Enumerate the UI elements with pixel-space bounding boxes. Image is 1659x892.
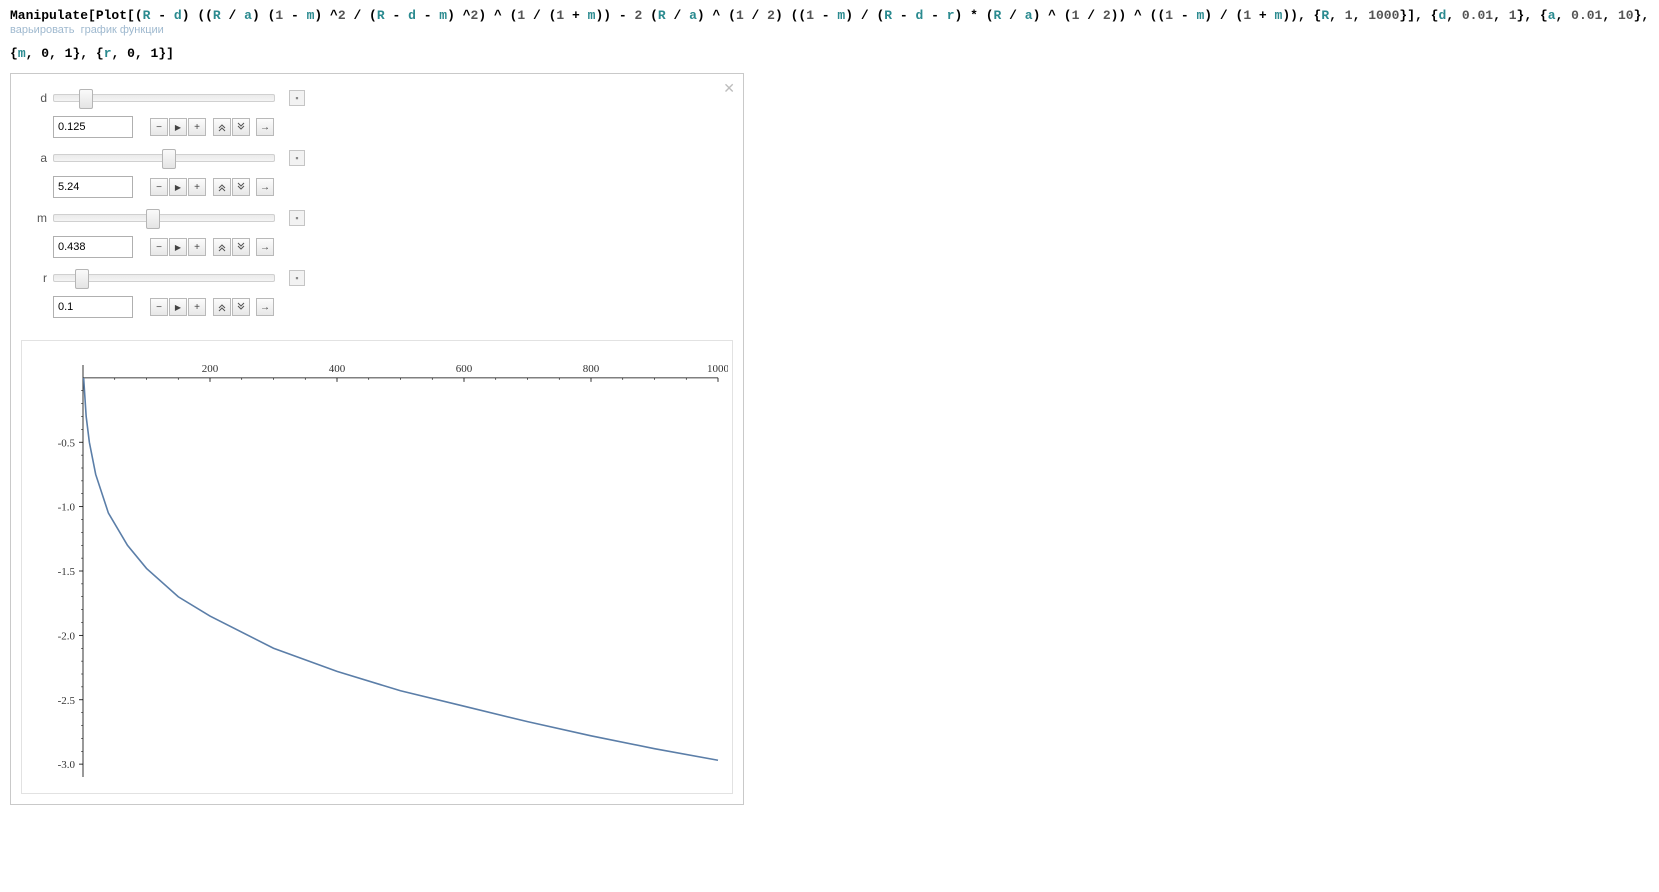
assign-button[interactable]: → [256, 298, 274, 316]
assign-button[interactable]: → [256, 118, 274, 136]
step-plus-button[interactable]: + [188, 178, 206, 196]
collapse-icon[interactable]: ▪ [289, 90, 305, 106]
faster-button[interactable] [213, 298, 231, 316]
plot-svg: 200 400 600 800 1000 -0.5 -1.0 -1.5 -2.0 -2.5 -3.0 [28, 347, 728, 787]
collapse-icon[interactable]: ▪ [289, 210, 305, 226]
faster-button[interactable] [213, 118, 231, 136]
control-label-d: d [27, 91, 53, 105]
step-plus-button[interactable]: + [188, 118, 206, 136]
play-button[interactable]: ▶ [169, 238, 187, 256]
svg-text:-0.5: -0.5 [58, 437, 76, 449]
collapse-icon[interactable]: ▪ [289, 150, 305, 166]
code-hint: варьировать график функции [10, 24, 1649, 36]
value-input-m[interactable] [53, 236, 133, 258]
slider-a[interactable] [53, 154, 275, 162]
play-button[interactable]: ▶ [169, 118, 187, 136]
close-icon[interactable]: ✕ [723, 80, 735, 97]
slider-r[interactable] [53, 274, 275, 282]
code-line-1: Manipulate[Plot[(R - d) ((R / a) (1 - m)… [10, 8, 1649, 23]
slider-thumb-a[interactable] [162, 149, 176, 169]
slider-m[interactable] [53, 214, 275, 222]
svg-text:200: 200 [202, 363, 219, 375]
svg-text:-1.5: -1.5 [58, 566, 76, 578]
value-input-d[interactable] [53, 116, 133, 138]
slower-button[interactable] [232, 298, 250, 316]
slider-thumb-m[interactable] [146, 209, 160, 229]
slider-thumb-r[interactable] [75, 269, 89, 289]
slider-thumb-d[interactable] [79, 89, 93, 109]
control-label-r: r [27, 271, 53, 285]
svg-text:1000: 1000 [707, 363, 728, 375]
svg-text:-2.0: -2.0 [58, 630, 76, 642]
manipulate-panel: ✕ d▪−▶+→a▪−▶+→m▪−▶+→r▪−▶+→ 2004006008001… [10, 73, 744, 805]
collapse-icon[interactable]: ▪ [289, 270, 305, 286]
step-minus-button[interactable]: − [150, 178, 168, 196]
hint-manipulate: варьировать [10, 24, 74, 36]
step-plus-button[interactable]: + [188, 298, 206, 316]
slower-button[interactable] [232, 238, 250, 256]
svg-text:-1.0: -1.0 [58, 502, 76, 514]
svg-text:-3.0: -3.0 [58, 759, 76, 771]
hint-plot: график функции [81, 24, 164, 36]
faster-button[interactable] [213, 238, 231, 256]
step-plus-button[interactable]: + [188, 238, 206, 256]
value-input-a[interactable] [53, 176, 133, 198]
play-button[interactable]: ▶ [169, 178, 187, 196]
step-minus-button[interactable]: − [150, 298, 168, 316]
plot-area: 200 400 600 800 1000 -0.5 -1.0 -1.5 -2.0 -2.5 -3.0 [21, 340, 733, 794]
value-input-r[interactable] [53, 296, 133, 318]
play-button[interactable]: ▶ [169, 298, 187, 316]
slower-button[interactable] [232, 118, 250, 136]
slower-button[interactable] [232, 178, 250, 196]
step-minus-button[interactable]: − [150, 238, 168, 256]
controls-block: d▪−▶+→a▪−▶+→m▪−▶+→r▪−▶+→ [17, 80, 737, 340]
assign-button[interactable]: → [256, 178, 274, 196]
control-label-a: a [27, 151, 53, 165]
slider-d[interactable] [53, 94, 275, 102]
assign-button[interactable]: → [256, 238, 274, 256]
svg-text:800: 800 [583, 363, 600, 375]
code-line-2: {m, 0, 1}, {r, 0, 1}] [10, 46, 1649, 61]
svg-text:-2.5: -2.5 [58, 695, 76, 707]
svg-text:400: 400 [329, 363, 346, 375]
control-label-m: m [27, 211, 53, 225]
svg-text:600: 600 [456, 363, 473, 375]
faster-button[interactable] [213, 178, 231, 196]
step-minus-button[interactable]: − [150, 118, 168, 136]
